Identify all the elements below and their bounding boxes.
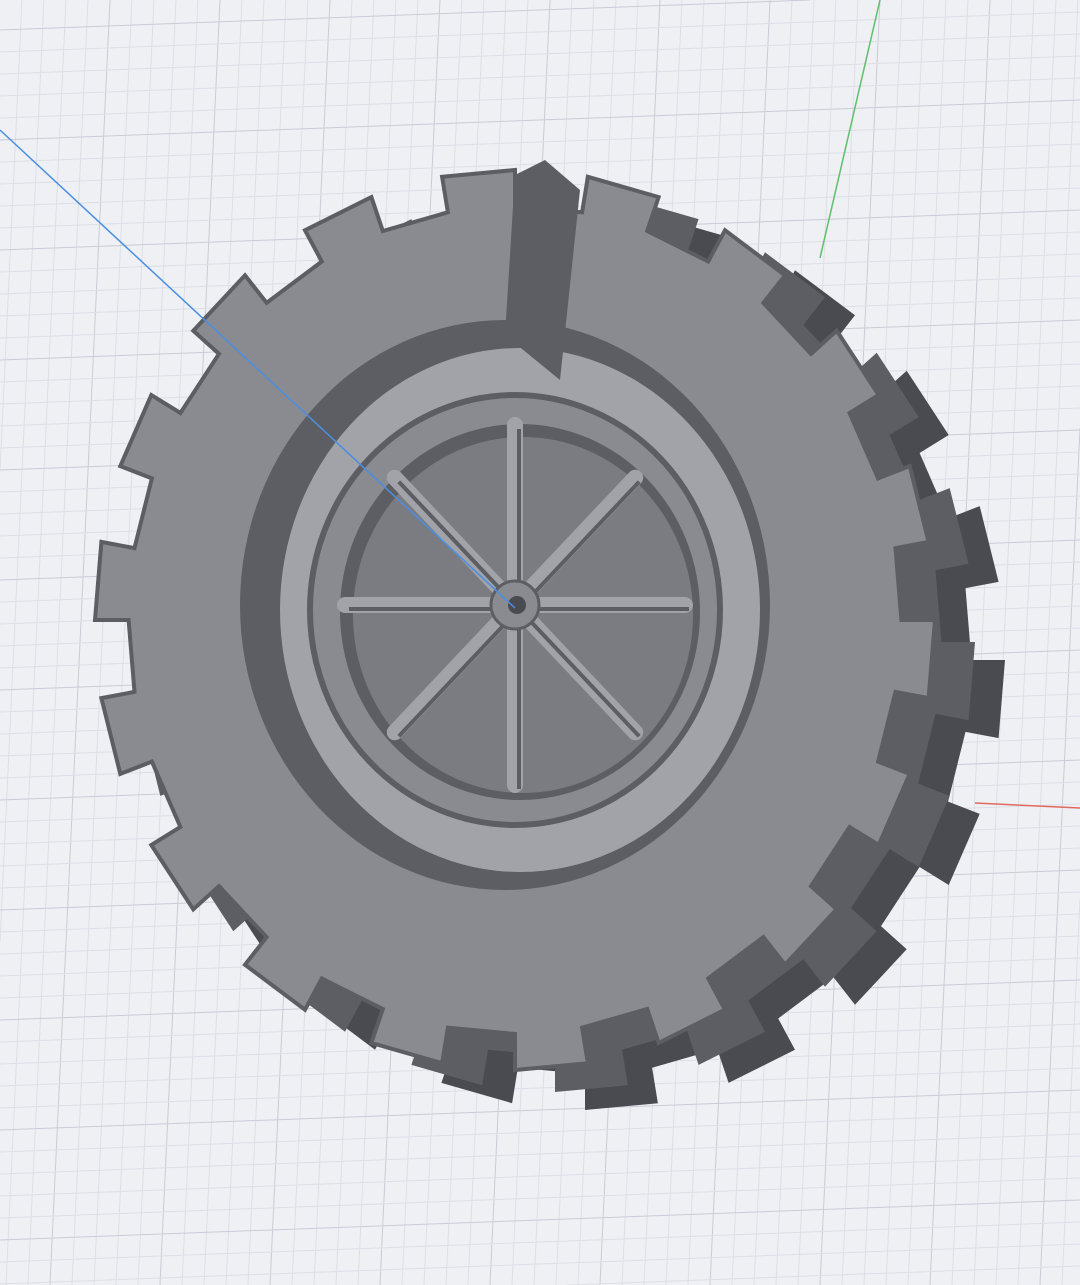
grid-line — [0, 33, 1080, 75]
grid-line — [0, 55, 1080, 97]
grid-line — [0, 1133, 1080, 1175]
3d-viewport[interactable] — [0, 0, 1080, 1285]
grid-line — [0, 0, 45, 943]
grid-line — [5, 0, 67, 1285]
grid-line — [0, 0, 23, 472]
grid-line — [0, 1199, 1080, 1241]
y-axis-line — [819, 0, 881, 259]
grid-line — [0, 121, 1080, 163]
grid-line — [0, 11, 1080, 53]
grid-line — [0, 77, 1080, 119]
grid-line — [0, 1089, 1080, 1131]
grid-line — [27, 0, 89, 1285]
grid-line — [1061, 899, 1080, 1285]
grid-line — [0, 1067, 1080, 1109]
grid-line — [0, 1177, 1080, 1219]
grid-line — [0, 0, 811, 31]
